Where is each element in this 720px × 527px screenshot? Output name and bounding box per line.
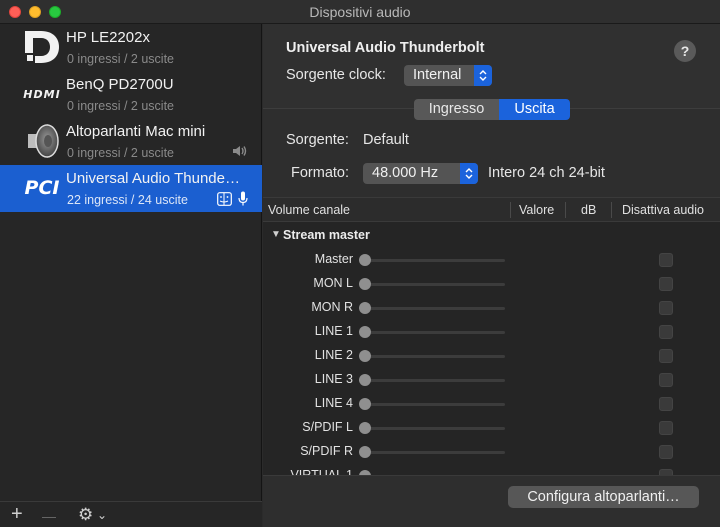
device-name: Universal Audio Thunde… [66, 170, 240, 187]
configure-speakers-button[interactable]: Configura altoparlanti… [508, 486, 699, 508]
volume-slider-knob[interactable] [359, 278, 371, 290]
volume-slider-knob[interactable] [359, 350, 371, 362]
device-io-count: 0 ingressi / 2 uscite [67, 146, 174, 160]
channel-name: VIRTUAL 1 [290, 468, 353, 475]
channel-volume-table: Volume canale Valore dB Disattiva audio … [263, 197, 720, 475]
column-header-volume[interactable]: Volume canale [268, 198, 350, 222]
channel-name: S/PDIF R [300, 444, 353, 458]
device-item-mac-mini-speakers[interactable]: Altoparlanti Mac mini 0 ingressi / 2 usc… [0, 118, 262, 165]
help-button[interactable]: ? [674, 40, 696, 62]
table-row: LINE 4 [263, 392, 720, 416]
volume-slider-track[interactable] [363, 403, 505, 406]
source-label: Sorgente: [286, 132, 349, 148]
volume-slider-track[interactable] [363, 451, 505, 454]
volume-slider-knob[interactable] [359, 398, 371, 410]
channel-name: MON R [311, 300, 353, 314]
hdmi-icon: HDMI [23, 87, 61, 101]
stream-master-group[interactable]: ▼ Stream master [263, 224, 720, 246]
channel-name: LINE 1 [314, 324, 353, 338]
device-io-count: 22 ingressi / 24 uscite [67, 193, 188, 207]
column-header-db[interactable]: dB [581, 198, 596, 222]
mute-checkbox[interactable] [659, 253, 673, 267]
device-name: Altoparlanti Mac mini [66, 123, 206, 140]
column-header-value[interactable]: Valore [519, 198, 554, 222]
volume-slider-knob[interactable] [359, 326, 371, 338]
microphone-icon [238, 191, 248, 211]
volume-slider-knob[interactable] [359, 422, 371, 434]
table-row: LINE 2 [263, 344, 720, 368]
add-device-button[interactable]: + [11, 504, 23, 524]
device-list: HP LE2202x 0 ingressi / 2 uscite HDMI Be… [0, 24, 262, 527]
speaker-icon [22, 122, 62, 160]
mute-checkbox[interactable] [659, 349, 673, 363]
sidebar-footer: + — ⚙ ⌄ [0, 501, 262, 527]
table-row: VIRTUAL 1 [263, 464, 720, 475]
channel-name: LINE 3 [314, 372, 353, 386]
pci-icon: PCI [24, 177, 60, 199]
device-detail-panel: Universal Audio Thunderbolt ? Sorgente c… [263, 24, 720, 527]
mute-checkbox[interactable] [659, 421, 673, 435]
device-name: BenQ PD2700U [66, 76, 174, 93]
volume-slider-track[interactable] [363, 283, 505, 286]
format-select[interactable]: 48.000 Hz [363, 163, 478, 184]
table-row: LINE 3 [263, 368, 720, 392]
channel-name: S/PDIF L [302, 420, 353, 434]
volume-slider-track[interactable] [363, 379, 505, 382]
device-item-benq[interactable]: HDMI BenQ PD2700U 0 ingressi / 2 uscite [0, 71, 262, 118]
volume-slider-track[interactable] [363, 331, 505, 334]
finder-icon [217, 191, 232, 211]
displayport-icon [22, 28, 62, 66]
volume-slider-track[interactable] [363, 427, 505, 430]
updown-arrows-icon [474, 65, 492, 86]
table-row: MON R [263, 296, 720, 320]
table-row: S/PDIF R [263, 440, 720, 464]
remove-device-button[interactable]: — [42, 506, 56, 526]
updown-arrows-icon [460, 163, 478, 184]
device-item-hp[interactable]: HP LE2202x 0 ingressi / 2 uscite [0, 24, 262, 71]
column-header-mute[interactable]: Disattiva audio [622, 198, 704, 222]
table-row: LINE 1 [263, 320, 720, 344]
table-row: MON L [263, 272, 720, 296]
mute-checkbox[interactable] [659, 277, 673, 291]
window-title: Dispositivi audio [309, 4, 411, 20]
device-name: HP LE2202x [66, 29, 150, 46]
disclosure-triangle-icon[interactable]: ▼ [271, 229, 281, 240]
channel-name: LINE 4 [314, 396, 353, 410]
audio-devices-window: Dispositivi audio HP LE2202x 0 ingressi … [0, 0, 720, 527]
volume-slider-track[interactable] [363, 259, 505, 262]
source-value: Default [363, 132, 409, 148]
table-row: S/PDIF L [263, 416, 720, 440]
channel-name: MON L [313, 276, 353, 290]
volume-icon [232, 144, 248, 162]
mute-checkbox[interactable] [659, 373, 673, 387]
device-title: Universal Audio Thunderbolt [286, 40, 485, 56]
device-io-count: 0 ingressi / 2 uscite [67, 52, 174, 66]
direction-tabs: Ingresso Uscita [414, 99, 570, 120]
volume-slider-track[interactable] [363, 355, 505, 358]
volume-slider-knob[interactable] [359, 254, 371, 266]
tab-input[interactable]: Ingresso [414, 99, 499, 120]
volume-slider-knob[interactable] [359, 374, 371, 386]
volume-slider-knob[interactable] [359, 302, 371, 314]
mute-checkbox[interactable] [659, 301, 673, 315]
device-io-count: 0 ingressi / 2 uscite [67, 99, 174, 113]
table-header: Volume canale Valore dB Disattiva audio [263, 198, 720, 222]
channel-name: LINE 2 [314, 348, 353, 362]
volume-slider-knob[interactable] [359, 446, 371, 458]
clock-source-select[interactable]: Internal [404, 65, 492, 86]
format-detail: Intero 24 ch 24-bit [488, 165, 605, 181]
table-row: Master [263, 248, 720, 272]
title-bar: Dispositivi audio [0, 0, 720, 24]
device-item-universal-audio[interactable]: PCI Universal Audio Thunde… 22 ingressi … [0, 165, 262, 212]
format-label: Formato: [291, 165, 350, 181]
clock-source-label: Sorgente clock: [286, 67, 386, 83]
volume-slider-track[interactable] [363, 307, 505, 310]
chevron-down-icon[interactable]: ⌄ [97, 505, 107, 525]
gear-icon[interactable]: ⚙ [78, 505, 93, 525]
channel-name: Master [314, 252, 353, 266]
mute-checkbox[interactable] [659, 445, 673, 459]
mute-checkbox[interactable] [659, 325, 673, 339]
mute-checkbox[interactable] [659, 397, 673, 411]
tab-output[interactable]: Uscita [499, 99, 570, 120]
